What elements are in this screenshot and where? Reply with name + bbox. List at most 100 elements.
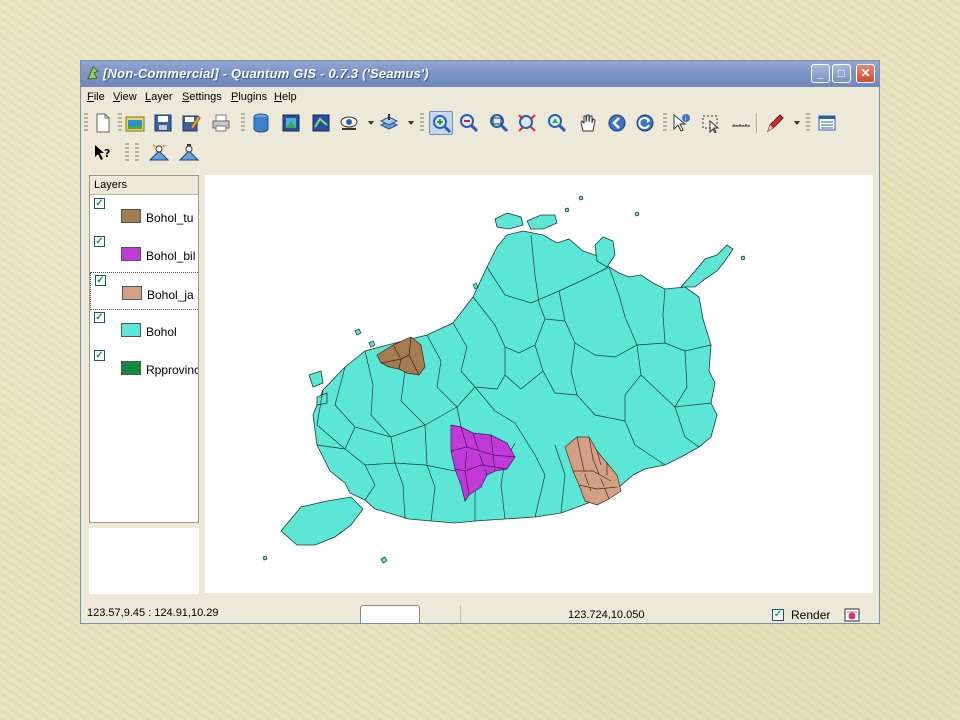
layer-item-bohol-ja[interactable]: ✓ Bohol_ja (90, 272, 198, 310)
menu-plugins[interactable]: Plugins (231, 91, 267, 103)
layers-panel-header: Layers (90, 176, 198, 195)
toolbar-grip[interactable] (125, 143, 129, 163)
zoom-full-icon (490, 114, 509, 133)
main-toolbar: i (81, 109, 879, 137)
layers-panel: Layers ✓ Bohol_tu ✓ Bohol_bil ✓ Bohol_ja… (89, 175, 199, 523)
layer-item-bohol[interactable]: ✓ Bohol (90, 310, 198, 348)
add-postgis-layer-icon (312, 114, 330, 132)
gps-icon (149, 144, 169, 161)
layer-visibility-checkbox[interactable]: ✓ (94, 350, 105, 361)
georeferencer-icon (179, 144, 199, 161)
attribute-table-icon (818, 115, 836, 131)
whats-this-button[interactable]: ? (91, 141, 115, 165)
zoom-to-layer-button[interactable] (545, 111, 569, 135)
add-vector-layer-icon (253, 113, 269, 133)
refresh-icon (636, 114, 654, 132)
zoom-to-selection-button[interactable] (515, 111, 539, 135)
save-as-button[interactable] (179, 111, 203, 135)
refresh-button[interactable] (633, 111, 657, 135)
map-canvas[interactable] (205, 175, 873, 593)
menu-file[interactable]: File (87, 91, 105, 103)
maximize-button[interactable]: □ (832, 64, 851, 83)
toolbar-grip[interactable] (118, 113, 122, 133)
select-button[interactable] (699, 111, 723, 135)
stop-render-icon[interactable] (844, 607, 860, 623)
layer-visibility-checkbox[interactable]: ✓ (95, 275, 106, 286)
minimize-button[interactable]: _ (811, 64, 830, 83)
toolbar-grip[interactable] (84, 113, 88, 133)
toolbar-grip[interactable] (420, 113, 424, 133)
qgis-logo-icon (87, 66, 99, 80)
show-layers-dropdown[interactable] (368, 121, 374, 125)
show-all-layers-icon (340, 116, 358, 130)
toolbar-separator (756, 113, 758, 133)
whats-this-icon: ? (95, 145, 110, 160)
print-button[interactable] (209, 111, 233, 135)
pan-icon (580, 114, 596, 132)
layer-item-bohol-tu[interactable]: ✓ Bohol_tu (90, 196, 198, 234)
zoom-last-icon (608, 114, 626, 132)
status-bar: 123.57,9.45 : 124.91,10.29 123.724,10.05… (81, 595, 879, 623)
qgis-window: [Non-Commercial] - Quantum GIS - 0.7.3 (… (80, 60, 880, 624)
attribute-table-button[interactable] (815, 111, 839, 135)
layer-name: Bohol_ja (147, 288, 194, 302)
layer-color-swatch (121, 323, 141, 337)
menu-view[interactable]: View (113, 91, 137, 103)
map-view[interactable] (205, 175, 873, 593)
add-postgis-layer-button[interactable] (309, 111, 333, 135)
close-button[interactable]: ✕ (856, 64, 875, 83)
zoom-out-button[interactable] (457, 111, 481, 135)
render-checkbox[interactable]: ✓ (772, 609, 784, 621)
zoom-to-selection-icon (518, 114, 536, 132)
zoom-out-icon (460, 114, 479, 133)
show-all-layers-button[interactable] (337, 111, 361, 135)
layer-visibility-checkbox[interactable]: ✓ (94, 198, 105, 209)
hide-all-layers-icon (379, 114, 399, 130)
hide-layers-dropdown[interactable] (408, 121, 414, 125)
layer-color-swatch (122, 286, 142, 300)
toolbar-grip[interactable] (806, 113, 810, 133)
capture-dropdown[interactable] (794, 121, 800, 125)
layer-color-swatch (121, 247, 141, 261)
layer-visibility-checkbox[interactable]: ✓ (94, 312, 105, 323)
zoom-last-button[interactable] (605, 111, 629, 135)
menu-bar: File View Layer Settings Plugins Help (81, 87, 879, 109)
layer-visibility-checkbox[interactable]: ✓ (94, 236, 105, 247)
toolbar-grip[interactable] (663, 113, 667, 133)
pan-button[interactable] (575, 111, 599, 135)
title-bar[interactable]: [Non-Commercial] - Quantum GIS - 0.7.3 (… (81, 61, 879, 87)
layer-item-rpprovinc[interactable]: ✓ Rpprovinc (90, 348, 198, 386)
toolbar-grip[interactable] (135, 143, 139, 163)
menu-help[interactable]: Help (274, 91, 297, 103)
gps-button[interactable] (147, 141, 171, 165)
open-project-icon (125, 116, 145, 132)
add-raster-layer-button[interactable] (279, 111, 303, 135)
add-raster-layer-icon (282, 114, 300, 132)
layer-item-bohol-bil[interactable]: ✓ Bohol_bil (90, 234, 198, 272)
hide-all-layers-button[interactable] (377, 111, 401, 135)
zoom-full-button[interactable] (487, 111, 511, 135)
open-project-button[interactable] (123, 111, 147, 135)
window-title: [Non-Commercial] - Quantum GIS - 0.7.3 (… (103, 66, 429, 81)
scale-field[interactable] (360, 605, 420, 623)
save-project-button[interactable] (151, 111, 175, 135)
georeferencer-button[interactable] (177, 141, 201, 165)
menu-settings[interactable]: Settings (182, 91, 222, 103)
capture-button[interactable] (763, 111, 787, 135)
zoom-in-button[interactable] (429, 111, 453, 135)
identify-button[interactable]: i (669, 111, 693, 135)
new-project-icon (96, 113, 110, 133)
save-project-icon (154, 114, 172, 132)
toolbar-grip[interactable] (241, 113, 245, 133)
layer-name: Bohol (146, 325, 177, 339)
layer-color-swatch (121, 209, 141, 223)
layer-name: Bohol_tu (146, 211, 194, 225)
menu-layer[interactable]: Layer (145, 91, 173, 103)
secondary-toolbar: ? (81, 139, 879, 167)
overview-panel[interactable] (89, 528, 199, 594)
measure-button[interactable] (729, 111, 753, 135)
new-project-button[interactable] (91, 111, 115, 135)
zoom-to-layer-icon (548, 114, 567, 133)
cursor-coordinate-readout: 123.724,10.050 (568, 609, 645, 621)
add-vector-layer-button[interactable] (249, 111, 273, 135)
